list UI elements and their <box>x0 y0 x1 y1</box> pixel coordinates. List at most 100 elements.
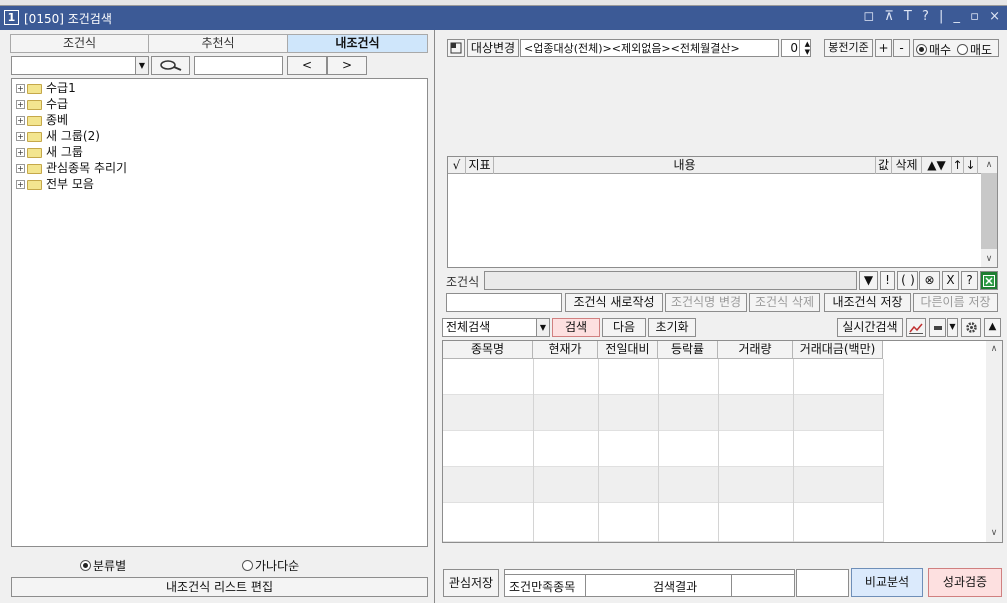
realtime-search-button[interactable]: 실시간검색 <box>837 318 903 337</box>
bong-basis-button[interactable]: 봉전기준 <box>824 39 873 57</box>
status-divider <box>585 575 586 597</box>
table-row[interactable] <box>443 395 883 431</box>
tree-item[interactable]: + 관심종목 추리기 <box>16 160 127 176</box>
scroll-down-icon[interactable]: ∨ <box>986 525 1002 541</box>
edit-list-button[interactable]: 내조건식 리스트 편집 <box>11 577 428 597</box>
op-dropdown-button[interactable]: ▼ <box>859 271 878 290</box>
save-as-button[interactable]: 다른이름 저장 <box>913 293 998 312</box>
collapse-button[interactable]: ▲ <box>984 318 1001 337</box>
target-change-button[interactable]: 대상변경 <box>467 39 519 57</box>
result-col-amount[interactable]: 거래대금(백만) <box>793 341 883 359</box>
column-toggle-button[interactable] <box>929 318 946 337</box>
window-controls[interactable]: ◻ ⊼ T ? | _ ▫ × <box>863 9 1003 24</box>
search-result-label: 검색결과 <box>653 580 698 594</box>
chevron-down-icon: ▼ <box>949 322 956 331</box>
sell-radio[interactable]: 매도 <box>957 41 992 58</box>
tree-item[interactable]: + 종베 <box>16 112 68 128</box>
excel-button[interactable] <box>980 271 998 290</box>
formula-label: 조건식 <box>446 275 480 289</box>
search-next-button[interactable]: 다음 <box>602 318 646 337</box>
sort-by-alpha-radio[interactable]: 가나다순 <box>242 557 299 574</box>
new-condition-button[interactable]: 조건식 새로작성 <box>565 293 663 312</box>
status-divider <box>731 575 732 597</box>
table-row[interactable] <box>443 359 883 395</box>
plus-button[interactable]: + <box>875 39 892 57</box>
search-run-button[interactable]: 검색 <box>552 318 600 337</box>
scroll-up-icon[interactable]: ∧ <box>986 341 1002 357</box>
results-scrollbar[interactable]: ∧ ∨ <box>986 341 1002 542</box>
tree-item[interactable]: + 수급1 <box>16 80 76 96</box>
chevron-down-icon[interactable]: ▼ <box>536 319 549 336</box>
search-button[interactable] <box>151 56 190 75</box>
title-bar: 1 [0150] 조건검색 ◻ ⊼ T ? | _ ▫ × <box>0 6 1007 30</box>
results-table: 종목명 현재가 전일대비 등락률 거래량 거래대금(백만) ∧ ∨ <box>442 340 1003 543</box>
expand-icon[interactable]: + <box>16 84 25 93</box>
expand-icon[interactable]: + <box>16 180 25 189</box>
save-interest-button[interactable]: 관심저장 <box>443 569 499 597</box>
settings-button[interactable] <box>961 318 981 337</box>
op-not-button[interactable]: ! <box>880 271 895 290</box>
result-col-volume[interactable]: 거래량 <box>718 341 793 359</box>
result-col-rate[interactable]: 등락률 <box>658 341 718 359</box>
folder-icon <box>27 83 42 94</box>
column-dropdown-button[interactable]: ▼ <box>947 318 958 337</box>
tree-item[interactable]: + 수급 <box>16 96 68 112</box>
spin-arrows-icon[interactable]: ▲ ▼ <box>799 40 810 56</box>
expand-icon[interactable]: + <box>16 148 25 157</box>
op-close-paren-button[interactable]: ) <box>908 271 918 290</box>
expand-icon[interactable]: + <box>16 100 25 109</box>
gear-icon <box>965 322 977 333</box>
table-row[interactable] <box>443 467 883 503</box>
chart-button[interactable] <box>906 318 926 337</box>
tab-my-conditions[interactable]: 내조건식 <box>287 34 428 53</box>
delete-condition-button[interactable]: 조건식 삭제 <box>749 293 820 312</box>
table-row[interactable] <box>443 503 883 542</box>
op-xor-button[interactable]: ⊗ <box>919 271 940 290</box>
rename-condition-button[interactable]: 조건식명 변경 <box>665 293 747 312</box>
col-down[interactable]: ↓ <box>964 157 978 174</box>
target-icon-button[interactable] <box>447 39 465 57</box>
formula-input[interactable] <box>484 271 857 290</box>
next-button[interactable]: > <box>327 56 367 75</box>
scroll-up-icon[interactable]: ∧ <box>981 157 997 173</box>
tree-item[interactable]: + 새 그룹(2) <box>16 128 100 144</box>
help-button[interactable]: ? <box>961 271 978 290</box>
expand-icon[interactable]: + <box>16 164 25 173</box>
col-indicator: 지표 <box>466 157 494 174</box>
col-up[interactable]: ↑ <box>952 157 964 174</box>
minus-button[interactable]: - <box>893 39 910 57</box>
sort-by-category-radio[interactable]: 분류별 <box>80 557 126 574</box>
tab-condition[interactable]: 조건식 <box>10 34 149 53</box>
expand-icon[interactable]: + <box>16 132 25 141</box>
tree-item[interactable]: + 전부 모음 <box>16 176 94 192</box>
reset-button[interactable]: 초기화 <box>648 318 696 337</box>
expand-icon[interactable]: + <box>16 116 25 125</box>
column-divider <box>533 359 534 542</box>
op-x-button[interactable]: X <box>942 271 959 290</box>
result-col-change[interactable]: 전일대비 <box>598 341 658 359</box>
scroll-thumb[interactable] <box>981 173 997 249</box>
prev-button[interactable]: < <box>287 56 327 75</box>
condition-combo[interactable]: ▼ <box>11 56 149 75</box>
chevron-down-icon[interactable]: ▼ <box>135 57 148 74</box>
tree-item-label: 종베 <box>46 113 69 127</box>
compare-button[interactable]: 비교분석 <box>851 568 923 597</box>
buy-radio[interactable]: 매수 <box>916 41 951 58</box>
bong-spin-value: 0 <box>790 41 798 55</box>
condition-name-input[interactable] <box>446 293 562 312</box>
condition-scrollbar[interactable]: ∧ ∨ <box>981 157 997 267</box>
search-input[interactable] <box>194 56 283 75</box>
bong-spin-input[interactable]: 0 ▲ ▼ <box>781 39 811 57</box>
search-scope-select[interactable]: 전체검색 ▼ <box>442 318 550 337</box>
save-condition-button[interactable]: 내조건식 저장 <box>824 293 911 312</box>
triangle-up-icon: ▲ <box>988 321 997 332</box>
folder-icon <box>27 131 42 142</box>
result-col-name[interactable]: 종목명 <box>443 341 533 359</box>
col-updown[interactable]: ▲▼ <box>922 157 952 174</box>
tree-item[interactable]: + 새 그룹 <box>16 144 83 160</box>
table-row[interactable] <box>443 431 883 467</box>
performance-button[interactable]: 성과검증 <box>928 568 1002 597</box>
scroll-down-icon[interactable]: ∨ <box>981 251 997 267</box>
result-col-price[interactable]: 현재가 <box>533 341 598 359</box>
tab-recommended[interactable]: 추천식 <box>148 34 288 53</box>
